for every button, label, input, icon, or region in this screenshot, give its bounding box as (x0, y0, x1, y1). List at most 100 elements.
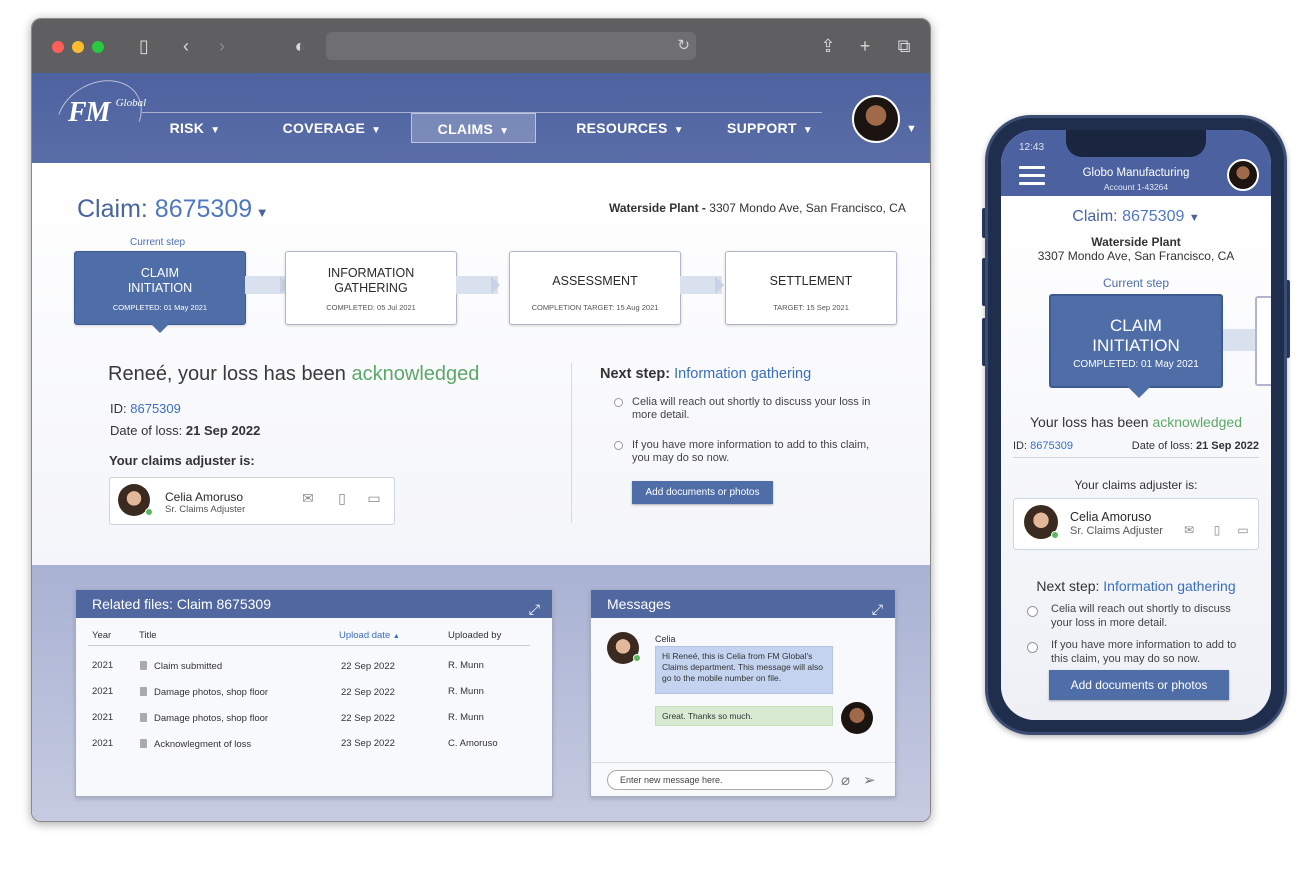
cell-uploaded-by: C. Amoruso (448, 738, 498, 749)
step-title: CLAIM INITIATION (1092, 316, 1180, 355)
minimize-window-button[interactable] (72, 41, 84, 53)
next-step-link[interactable]: Information gathering (674, 366, 811, 382)
nav-coverage[interactable]: COVERAGE ▼ (272, 113, 392, 143)
close-window-button[interactable] (52, 41, 64, 53)
site-header: FM Global RISK ▼ COVERAGE ▼ CLAIMS ▼ RESOUR… (32, 65, 930, 171)
expand-icon[interactable]: ⤢ (872, 595, 883, 623)
adjuster-role: Sr. Claims Adjuster (1070, 525, 1163, 537)
step-assessment[interactable]: ASSESSMENT COMPLETION TARGET: 15 Aug 202… (509, 251, 681, 325)
id-label: ID: (110, 401, 127, 416)
column-upload-date-label: Upload date (339, 630, 391, 641)
cell-title: Claim submitted (154, 661, 223, 672)
nav-support[interactable]: SUPPORT ▼ (720, 113, 820, 143)
bullet-text: If you have more information to add to t… (1051, 639, 1237, 665)
browser-toolbar: ▯ ‹ › ◐ ↻ ⇪ + ⧉ (32, 19, 930, 73)
cell-year: 2021 (92, 712, 114, 723)
bullet-text: Celia will reach out shortly to discuss … (1051, 603, 1231, 629)
add-documents-button[interactable]: Add documents or photos (632, 481, 773, 504)
user-avatar[interactable] (852, 95, 900, 143)
next-step-label: Next step: (1036, 578, 1100, 594)
bullet-text: If you have more information to add to t… (632, 439, 870, 464)
step-title: ASSESSMENT (552, 274, 638, 288)
date-value: 21 Sep 2022 (1196, 440, 1259, 452)
forward-icon[interactable]: › (210, 34, 234, 58)
share-icon[interactable]: ⇪ (816, 34, 840, 58)
plant-location: Waterside Plant - 3307 Mondo Ave, San Fr… (609, 201, 906, 215)
ack-prefix: Reneé, your loss has been (108, 363, 346, 385)
expand-icon[interactable]: ⤢ (529, 595, 540, 623)
bullet-circle-icon (1027, 606, 1038, 617)
nav-resources[interactable]: RESOURCES ▼ (565, 113, 695, 143)
column-upload-date[interactable]: Upload date ▲ (339, 630, 400, 641)
next-step-card-peek[interactable] (1255, 296, 1271, 386)
nav-claims-label: CLAIMS (437, 121, 494, 137)
chat-icon[interactable]: ▭ (364, 490, 384, 507)
next-step-bullet: If you have more information to add to t… (614, 439, 874, 465)
cell-date: 23 Sep 2022 (341, 738, 395, 749)
mobile-phone-icon[interactable]: ▯ (332, 490, 352, 507)
nav-risk[interactable]: RISK ▼ (150, 113, 240, 143)
shield-icon[interactable]: ◐ (288, 34, 312, 58)
step-information-gathering[interactable]: INFORMATION GATHERING COMPLETED: 05 Jul … (285, 251, 457, 325)
attach-icon[interactable]: ⌀ (841, 771, 850, 789)
claim-title[interactable]: Claim: 8675309 ▼ (77, 195, 269, 224)
current-step-label: Current step (130, 237, 186, 248)
mobile-claim-title[interactable]: Claim: 8675309 ▼ (1001, 208, 1271, 226)
column-title[interactable]: Title (139, 630, 157, 641)
mobile-next-step: Next step: Information gathering (1001, 578, 1271, 594)
file-icon (140, 687, 147, 696)
next-step-bullet: Celia will reach out shortly to discuss … (1027, 602, 1247, 630)
mobile-ack-title: Your loss has been acknowledged (1001, 414, 1271, 430)
cell-date: 22 Sep 2022 (341, 687, 395, 698)
mobile-phone: 12:43 Globo Manufacturing Account 1-4326… (985, 115, 1287, 735)
step-status: COMPLETED: 01 May 2021 (112, 303, 208, 312)
add-documents-button[interactable]: Add documents or photos (1049, 670, 1229, 700)
date-of-loss-line: Date of loss: 21 Sep 2022 (110, 423, 260, 438)
cell-uploaded-by: R. Munn (448, 660, 484, 671)
online-status-icon (633, 654, 641, 662)
online-status-icon (1051, 531, 1059, 539)
step-settlement[interactable]: SETTLEMENT TARGET: 15 Sep 2021 (725, 251, 897, 325)
sidebar-icon[interactable]: ▯ (132, 34, 156, 58)
reload-icon[interactable]: ↻ (677, 36, 690, 54)
step-claim-initiation[interactable]: CLAIM INITIATION COMPLETED: 01 May 2021 (74, 251, 246, 333)
next-step-bullet: If you have more information to add to t… (1027, 638, 1247, 666)
account-number: Account 1-43264 (1103, 182, 1169, 192)
maximize-window-button[interactable] (92, 41, 104, 53)
fm-global-logo[interactable]: FM Global (68, 97, 146, 129)
bullet-text: Celia will reach out shortly to discuss … (632, 396, 871, 421)
claim-id-link[interactable]: 8675309 (1030, 440, 1073, 452)
step-claim-initiation[interactable]: CLAIM INITIATION COMPLETED: 01 May 2021 (1049, 294, 1223, 398)
chevron-down-icon: ▼ (802, 125, 813, 136)
email-icon[interactable]: ✉ (298, 490, 318, 507)
adjuster-role: Sr. Claims Adjuster (165, 504, 246, 515)
divider (1013, 457, 1259, 458)
back-icon[interactable]: ‹ (174, 34, 198, 58)
hamburger-menu-icon[interactable] (1019, 166, 1045, 190)
step-status: COMPLETION TARGET: 15 Aug 2021 (531, 303, 659, 312)
address-bar[interactable]: ↻ (326, 32, 696, 60)
message-input[interactable]: Enter new message here. (607, 770, 833, 790)
adjuster-card: Celia Amoruso Sr. Claims Adjuster ✉ ▯ ▭ (109, 477, 395, 525)
next-step-link[interactable]: Information gathering (1103, 578, 1235, 594)
messages-panel: Messages ⤢ Celia Hi Reneé, this is Celia… (590, 589, 896, 797)
mobile-phone-icon[interactable]: ▯ (1208, 523, 1226, 537)
date-of-loss-line: Date of loss: 21 Sep 2022 (1132, 440, 1259, 452)
new-tab-icon[interactable]: + (853, 34, 877, 58)
cell-year: 2021 (92, 686, 114, 697)
send-icon[interactable]: ➢ (863, 771, 876, 789)
related-files-panel: Related files: Claim 8675309 ⤢ Year Titl… (75, 589, 553, 797)
claim-id-link[interactable]: 8675309 (130, 401, 181, 416)
chat-icon[interactable]: ▭ (1234, 523, 1252, 537)
column-year[interactable]: Year (92, 630, 111, 641)
column-uploaded-by[interactable]: Uploaded by (448, 630, 501, 641)
plant-address: 3307 Mondo Ave, San Francisco, CA (709, 201, 906, 215)
cell-title: Damage photos, shop floor (154, 687, 269, 698)
user-avatar[interactable] (1227, 159, 1259, 191)
nav-claims[interactable]: CLAIMS ▼ (411, 113, 536, 143)
file-icon (140, 661, 147, 670)
tabs-icon[interactable]: ⧉ (892, 34, 916, 58)
email-icon[interactable]: ✉ (1180, 523, 1198, 537)
chevron-down-icon[interactable]: ▼ (906, 123, 917, 135)
claim-label: Claim: (77, 195, 148, 223)
